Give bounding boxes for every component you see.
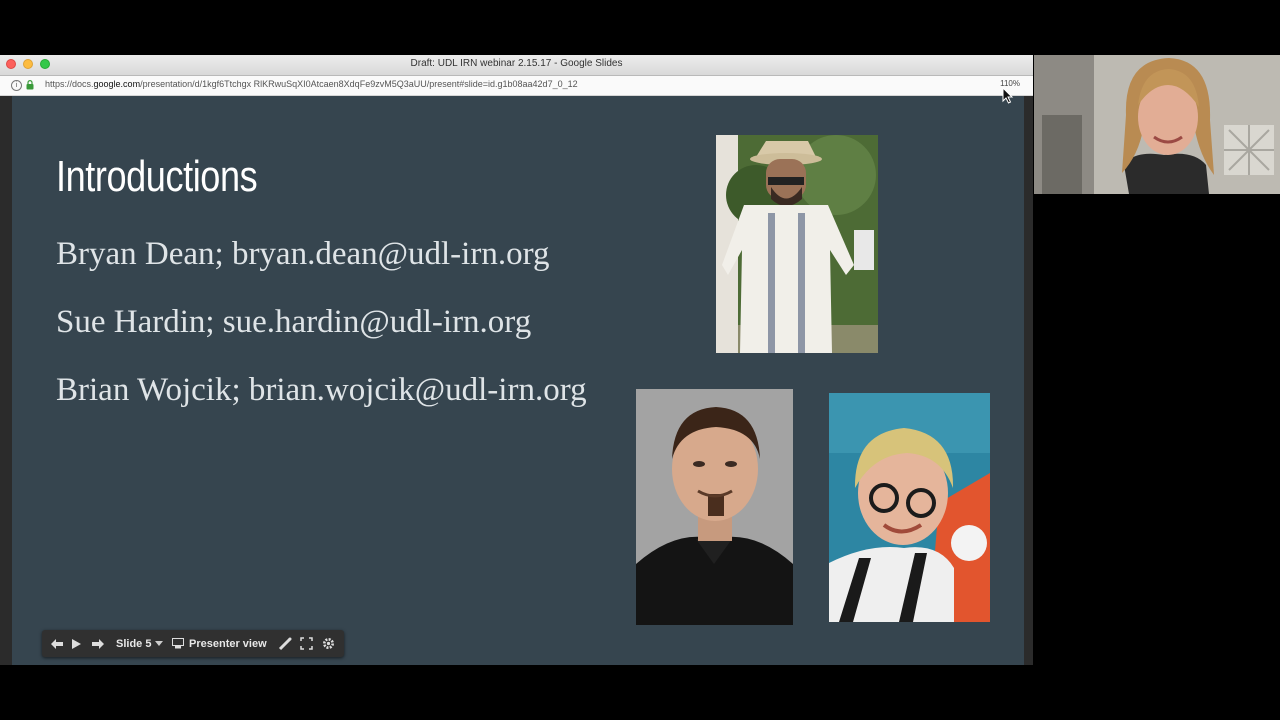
prev-icon — [51, 638, 63, 649]
laser-pointer-icon — [278, 637, 292, 650]
slide-title: Introductions — [56, 152, 258, 201]
intro-line-bryan: Bryan Dean; bryan.dean@udl-irn.org — [56, 236, 550, 272]
chevron-down-icon — [155, 641, 164, 646]
title-bar: Draft: UDL IRN webinar 2.15.17 - Google … — [0, 55, 1033, 76]
url-text[interactable]: https://docs.google.com/presentation/d/1… — [45, 79, 578, 89]
window-title: Draft: UDL IRN webinar 2.15.17 - Google … — [410, 58, 623, 69]
gear-icon — [323, 638, 334, 649]
info-icon[interactable]: i — [11, 80, 22, 91]
play-icon — [72, 638, 81, 649]
slide-canvas: Introductions Bryan Dean; bryan.dean@udl… — [12, 96, 1024, 665]
url-host: https://docs. — [45, 79, 94, 89]
play-button[interactable] — [71, 630, 82, 657]
next-icon — [92, 638, 104, 649]
presenter-view-label: Presenter view — [189, 637, 267, 650]
presenter-view-button[interactable]: Presenter view — [172, 630, 267, 657]
lock-icon — [26, 80, 34, 90]
presenter-icon — [172, 638, 184, 649]
url-domain: google.com — [93, 79, 141, 89]
url-path: /presentation/d/1kgf6Ttchgx RlKRwuSqXI0A… — [140, 79, 578, 89]
intro-line-sue: Sue Hardin; sue.hardin@udl-irn.org — [56, 304, 532, 340]
webcam-video — [1034, 55, 1280, 194]
fullscreen-icon — [300, 637, 313, 650]
prev-slide-button[interactable] — [50, 630, 64, 657]
next-slide-button[interactable] — [91, 630, 105, 657]
presenter-toolbar: Slide 5 Presenter view — [42, 630, 344, 657]
intro-line-brian: Brian Wojcik; brian.wojcik@udl-irn.org — [56, 372, 587, 408]
fullscreen-button[interactable] — [300, 630, 313, 657]
slide-select-button[interactable]: Slide 5 — [116, 630, 164, 657]
photo-brian-wojcik — [636, 389, 793, 625]
settings-button[interactable] — [322, 630, 335, 657]
cursor-icon — [1002, 87, 1014, 104]
photo-bryan-dean — [716, 135, 878, 353]
address-bar[interactable]: i https://docs.google.com/presentation/d… — [0, 76, 1033, 96]
photo-sue-hardin — [829, 393, 990, 622]
slide-number-label: Slide 5 — [116, 637, 152, 650]
laser-pointer-button[interactable] — [278, 630, 292, 657]
